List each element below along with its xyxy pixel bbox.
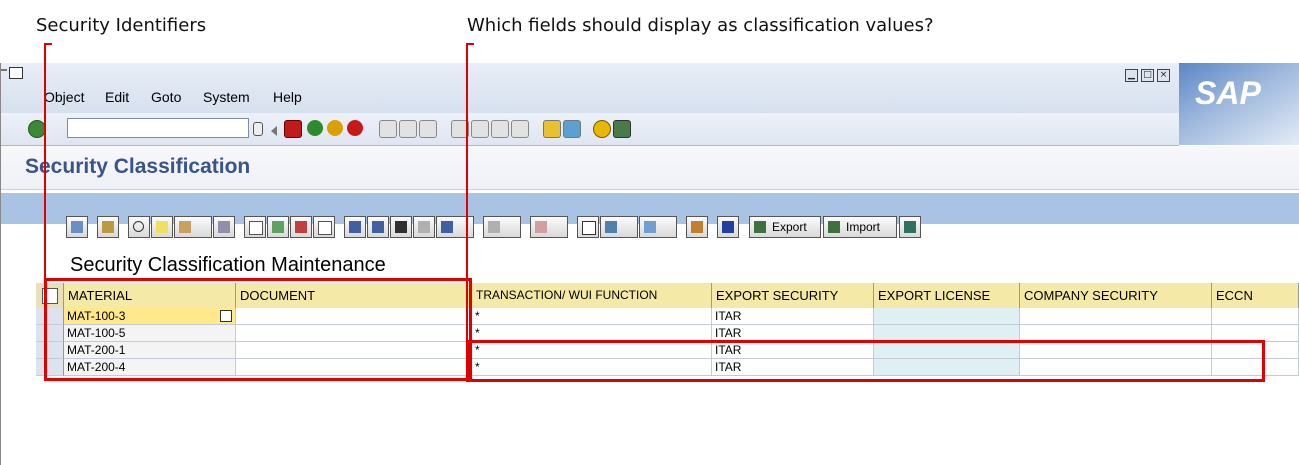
total-button[interactable] (483, 216, 521, 238)
window-menu-icon[interactable] (9, 67, 23, 79)
dropdown-icon[interactable] (253, 122, 263, 136)
classification-values-question: Which fields should display as classific… (467, 15, 934, 36)
import-icon (828, 221, 840, 233)
sync-button[interactable] (899, 216, 921, 238)
shortcut-icon[interactable] (563, 120, 581, 138)
export-button[interactable]: Export (749, 216, 821, 238)
copy-row-button[interactable] (313, 216, 335, 238)
copy-button[interactable] (151, 216, 173, 238)
cut-button[interactable] (128, 216, 150, 238)
left-edge (1, 63, 11, 465)
column-export-security[interactable]: EXPORT SECURITY (712, 283, 874, 308)
export-button-label: Export (772, 220, 807, 234)
find-icon[interactable] (399, 120, 417, 138)
eccn-cell[interactable] (1212, 308, 1299, 325)
layout-button[interactable] (686, 216, 708, 238)
print-icon[interactable] (379, 120, 397, 138)
security-identifiers-pointer-tick (44, 43, 52, 45)
create-session-icon[interactable] (543, 120, 561, 138)
insert-row-button[interactable] (267, 216, 289, 238)
menu-object[interactable]: Object (44, 89, 84, 105)
security-identifiers-highlight (44, 278, 472, 381)
info-button[interactable] (717, 216, 739, 238)
sap-logo-text: SAP (1195, 75, 1261, 111)
menu-help[interactable]: Help (273, 89, 302, 105)
menu-bar: Object Edit Goto System Help ▁ □ × (1, 63, 1299, 114)
grid-title: Security Classification Maintenance (70, 254, 386, 276)
menu-edit[interactable]: Edit (105, 89, 129, 105)
column-transaction-wui-function[interactable]: TRANSACTION/ WUI FUNCTION (472, 283, 712, 308)
find-next-icon[interactable] (419, 120, 437, 138)
transaction-cell[interactable]: * (472, 308, 712, 325)
export-license-cell[interactable] (874, 308, 1020, 325)
exit-icon[interactable] (327, 120, 343, 136)
append-row-button[interactable] (244, 216, 266, 238)
maximize-icon[interactable]: □ (1141, 69, 1154, 82)
views-button[interactable] (600, 216, 638, 238)
alv-toolbar: Export Import (66, 212, 1066, 244)
menu-goto[interactable]: Goto (151, 89, 181, 105)
import-button[interactable]: Import (823, 216, 897, 238)
company-security-cell[interactable] (1020, 308, 1212, 325)
security-identifiers-label: Security Identifiers (36, 15, 207, 36)
command-field[interactable] (67, 118, 249, 138)
last-page-icon[interactable] (511, 120, 529, 138)
refresh-button[interactable] (97, 216, 119, 238)
paste-button[interactable] (174, 216, 212, 238)
menu-system[interactable]: System (203, 89, 250, 105)
details-button[interactable] (66, 216, 88, 238)
import-button-label: Import (846, 220, 881, 234)
undo-button[interactable] (213, 216, 235, 238)
sap-logo: SAP (1179, 63, 1299, 145)
sort-descending-button[interactable] (367, 216, 389, 238)
title-bar: Security Classification (1, 146, 1299, 190)
find-next-button[interactable] (413, 216, 435, 238)
next-page-icon[interactable] (491, 120, 509, 138)
save-icon[interactable] (284, 120, 302, 138)
security-identifiers-pointer (44, 43, 46, 281)
previous-page-icon[interactable] (471, 120, 489, 138)
export-security-cell[interactable]: ITAR (712, 308, 874, 325)
export-list-button[interactable] (639, 216, 677, 238)
delete-row-button[interactable] (290, 216, 312, 238)
subtotal-button[interactable] (530, 216, 568, 238)
back-icon[interactable] (307, 120, 323, 136)
standard-toolbar (1, 113, 1179, 146)
minimize-icon[interactable]: ▁ (1125, 69, 1138, 82)
layout-icon[interactable] (613, 120, 631, 138)
column-eccn[interactable]: ECCN (1212, 283, 1299, 308)
close-icon[interactable]: × (1157, 69, 1170, 82)
cancel-icon[interactable] (347, 120, 363, 136)
classification-pointer-tick (466, 43, 474, 45)
export-icon (754, 221, 766, 233)
filter-button[interactable] (436, 216, 474, 238)
back-arrow-icon[interactable] (270, 122, 278, 136)
help-icon[interactable] (593, 120, 611, 138)
print-preview-button[interactable] (577, 216, 599, 238)
classification-columns-highlight (466, 340, 1265, 382)
sort-ascending-button[interactable] (344, 216, 366, 238)
page-title: Security Classification (25, 155, 251, 178)
column-export-license[interactable]: EXPORT LICENSE (874, 283, 1020, 308)
find-button[interactable] (390, 216, 412, 238)
column-company-security[interactable]: COMPANY SECURITY (1020, 283, 1212, 308)
